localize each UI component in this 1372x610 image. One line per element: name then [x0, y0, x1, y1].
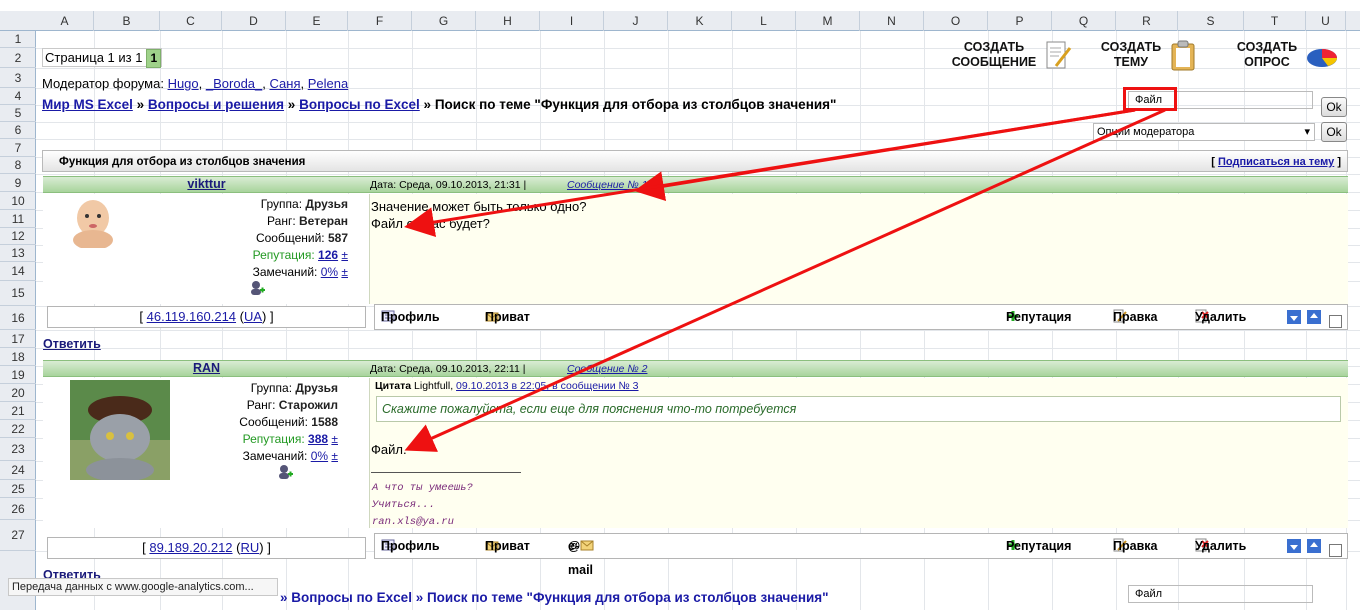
arrow-to-post-1-line — [404, 108, 1136, 238]
spreadsheet-view: ABCDEFGHIJKLMNOPQRSTU 1 2 3 4 5 6 7 8 9 10 11 12 13 1… — [0, 0, 1372, 610]
arrow-to-post-2-line — [404, 108, 1166, 452]
status-bar: Передача данных с www.google-analytics.c… — [8, 578, 278, 596]
annotation-arrows — [404, 108, 1166, 452]
right-edge — [1360, 0, 1372, 610]
